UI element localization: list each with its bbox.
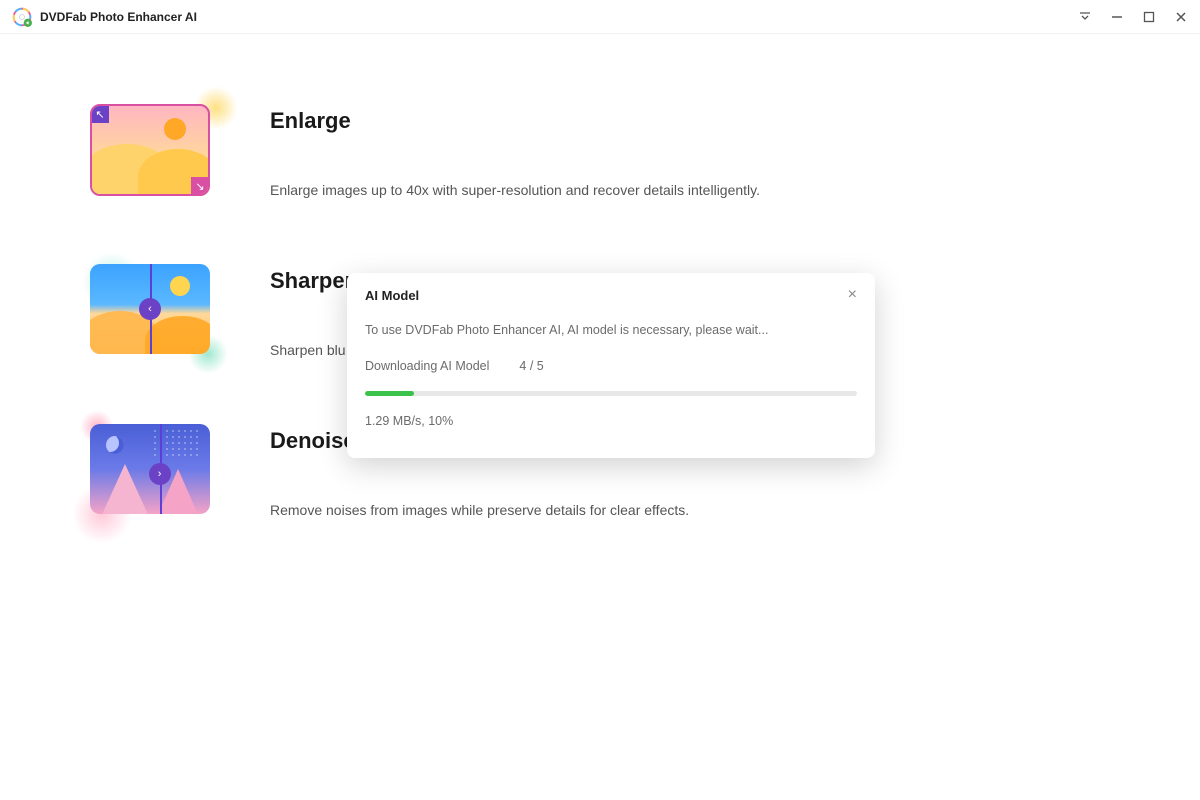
feature-title: Enlarge [270,108,760,134]
progress-bar [365,391,857,396]
menu-dropdown-icon[interactable] [1078,10,1092,24]
titlebar: DVDFab Photo Enhancer AI [0,0,1200,34]
progress-count: 4 / 5 [519,359,543,373]
app-logo-icon [12,7,32,27]
modal-message: To use DVDFab Photo Enhancer AI, AI mode… [365,323,857,337]
close-icon[interactable] [1174,10,1188,24]
modal-progress-row: Downloading AI Model 4 / 5 [365,359,857,373]
feature-enlarge[interactable]: ↖ ↘ Enlarge Enlarge images up to 40x wit… [90,104,1110,204]
enlarge-icon: ↖ ↘ [90,104,220,204]
maximize-icon[interactable] [1142,10,1156,24]
app-title: DVDFab Photo Enhancer AI [40,10,197,24]
feature-desc: Sharpen blu [270,342,358,358]
window-controls [1078,10,1188,24]
ai-model-modal: AI Model × To use DVDFab Photo Enhancer … [347,273,875,458]
progress-fill [365,391,414,396]
denoise-icon: › [90,424,220,524]
feature-title: Sharpen [270,268,358,294]
downloading-label: Downloading AI Model [365,359,489,373]
modal-body: To use DVDFab Photo Enhancer AI, AI mode… [347,313,875,458]
feature-desc: Enlarge images up to 40x with super-reso… [270,182,760,198]
minimize-icon[interactable] [1110,10,1124,24]
modal-close-icon[interactable]: × [848,287,857,303]
download-stats: 1.29 MB/s, 10% [365,414,857,428]
modal-header: AI Model × [347,273,875,313]
feature-text: Enlarge Enlarge images up to 40x with su… [270,104,760,198]
titlebar-left: DVDFab Photo Enhancer AI [12,7,197,27]
modal-title: AI Model [365,288,419,303]
feature-text: Sharpen Sharpen blu [270,264,358,358]
sharpen-icon: ‹ [90,264,220,364]
feature-desc: Remove noises from images while preserve… [270,502,689,518]
